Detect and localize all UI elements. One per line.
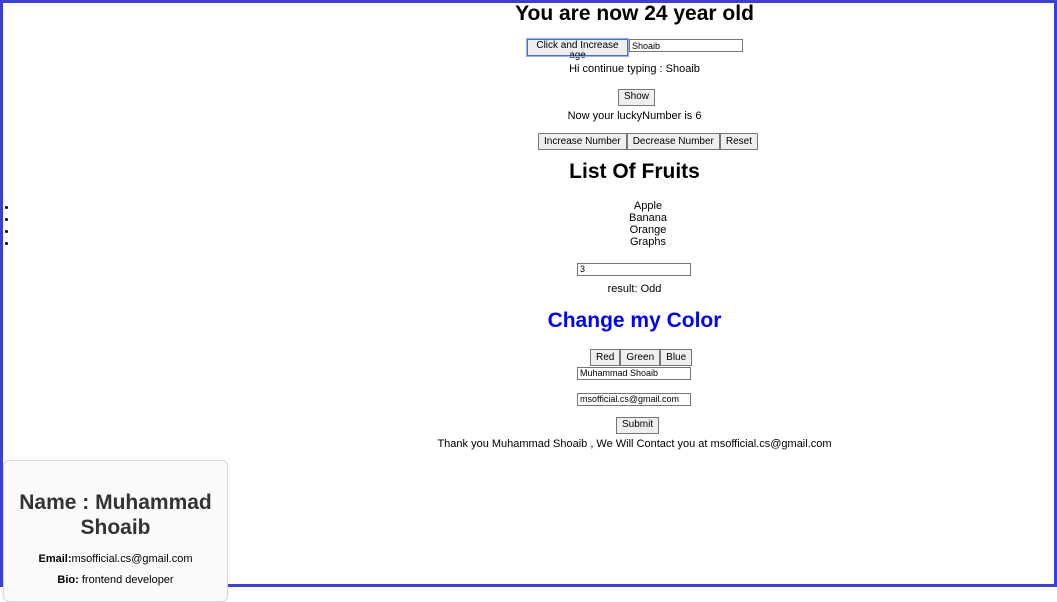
email-value: msofficial.cs@gmail.com: [71, 553, 193, 565]
profile-email: Email:msofficial.cs@gmail.com: [4, 553, 227, 565]
email-field[interactable]: [577, 392, 691, 406]
list-bullet: [5, 242, 8, 245]
bio-label: Bio:: [57, 574, 79, 586]
list-bullet: [5, 218, 8, 221]
profile-name: Name : Muhammad Shoaib: [19, 491, 212, 539]
age-row: Click and Increase age: [526, 38, 743, 61]
name-field[interactable]: [577, 366, 691, 380]
typing-message: Hi continue typing : Shoaib: [569, 63, 700, 75]
list-item: Apple: [633, 200, 663, 212]
name-typing-input[interactable]: [629, 39, 743, 52]
age-heading: You are now 24 year old: [515, 2, 754, 25]
thank-you-message: Thank you Muhammad Shoaib , We Will Cont…: [437, 438, 832, 450]
profile-bio: Bio: frontend developer: [4, 574, 227, 586]
profile-card: Name : Muhammad Shoaib Email:msofficial.…: [3, 460, 228, 602]
list-bullet: [5, 230, 8, 233]
fruits-list: Apple Banana Orange Graphs: [548, 200, 748, 248]
lucky-number-message: Now your luckyNumber is 6: [567, 110, 702, 122]
number-input[interactable]: [577, 262, 691, 276]
lucky-number-controls: Increase Number Decrease Number Reset: [538, 133, 758, 150]
fruits-heading: List Of Fruits: [569, 160, 700, 183]
list-item: Orange: [629, 224, 667, 236]
color-heading: Change my Color: [547, 309, 722, 332]
decrease-number-button[interactable]: Decrease Number: [626, 133, 720, 150]
email-label: Email:: [38, 553, 72, 565]
submit-button[interactable]: Submit: [616, 416, 660, 434]
parity-result: result: Odd: [607, 283, 662, 295]
increase-age-button[interactable]: Click and Increase age: [526, 38, 629, 61]
show-button[interactable]: Show: [618, 88, 656, 106]
bio-value: frontend developer: [78, 574, 174, 586]
list-item: Banana: [629, 212, 667, 224]
increase-number-button[interactable]: Increase Number: [538, 133, 627, 150]
list-item: Graphs: [629, 236, 667, 248]
reset-button[interactable]: Reset: [719, 133, 758, 150]
list-bullet: [5, 206, 8, 209]
